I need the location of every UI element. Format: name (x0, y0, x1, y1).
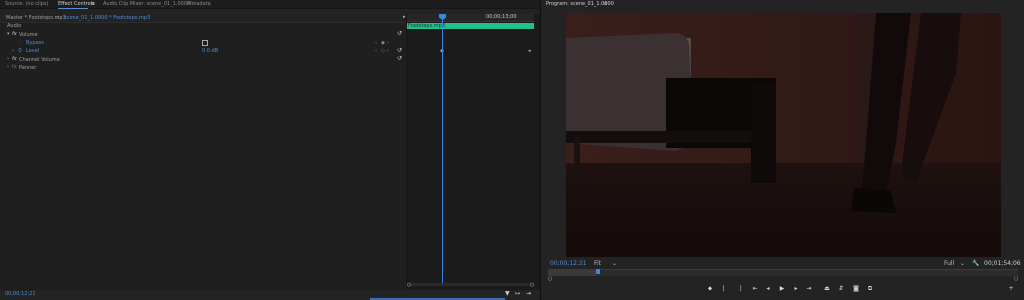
reset-volume-icon[interactable]: ↺ (397, 31, 402, 37)
next-keyframe-icon[interactable]: › (387, 40, 389, 46)
lift-icon[interactable]: ⏏ (823, 285, 831, 292)
go-to-out-icon[interactable]: ⇥ (805, 285, 813, 292)
clip-name: Footsteps.mp3 (408, 23, 446, 29)
clip-bar[interactable]: Footsteps.mp3 (407, 23, 534, 29)
quality-dropdown[interactable]: Full (944, 261, 954, 267)
divider (0, 22, 405, 23)
effect-controls-timeline (406, 14, 540, 290)
scroll-left-handle[interactable]: ○ (407, 282, 411, 288)
volume-chevron-icon[interactable]: ▾ (7, 31, 10, 37)
breadcrumb-clip[interactable]: scene_01_1.0000 * Footsteps.mp3 (64, 15, 150, 21)
panner-fx-icon: fx (12, 64, 17, 70)
add-keyframe-icon[interactable]: ◆ (381, 40, 385, 46)
go-to-in-icon[interactable]: ⇤ (751, 285, 759, 292)
keyframe-nav-icon[interactable]: ◂ (528, 48, 531, 54)
active-tab-indicator (58, 8, 88, 9)
program-scrubber[interactable] (548, 269, 1018, 276)
scrubber-played-region (548, 269, 596, 276)
panner-label: Panner (19, 65, 37, 71)
tab-audio-clip-mixer[interactable]: Audio Clip Mixer: scene_01_1.0000 (103, 1, 190, 8)
section-audio: Audio (7, 23, 22, 29)
program-duration: 00;01;54;06 (984, 260, 1021, 267)
camera-icon[interactable]: ◙ (852, 285, 860, 292)
program-menu-icon[interactable]: ≡ (603, 1, 607, 8)
scroll-right-handle[interactable]: ○ (530, 282, 534, 288)
step-back-icon[interactable]: ◂ (764, 285, 772, 292)
fit-dropdown[interactable]: Fit (594, 261, 601, 267)
volume-label: Volume (19, 32, 38, 38)
properties-list (0, 22, 405, 290)
filter-icon[interactable]: ▼ (505, 291, 510, 297)
level-keyframe-icon[interactable]: ◇ (381, 48, 385, 54)
panner-chevron-icon[interactable]: › (7, 64, 9, 70)
wrench-icon[interactable]: 🔧 (972, 261, 979, 267)
marker-icon[interactable]: ⬥ (706, 285, 714, 292)
zoom-right-handle[interactable]: ○ (1014, 276, 1018, 282)
reset-level-icon[interactable]: ↺ (397, 48, 402, 54)
breadcrumb-arrow-icon: › (57, 15, 59, 21)
export-frame-icon[interactable]: ⇥ (526, 291, 531, 297)
level-stopwatch-icon[interactable]: ⏱ (18, 48, 22, 54)
step-forward-icon[interactable]: ▸ (792, 285, 800, 292)
level-next-keyframe-icon[interactable]: › (387, 48, 389, 54)
playhead-line[interactable] (442, 14, 443, 285)
bypass-checkbox[interactable] (202, 40, 208, 46)
tab-effect-controls[interactable]: Effect Controls (58, 1, 95, 8)
timeline-time-label: 00;00;13;00 (486, 14, 517, 20)
level-value[interactable]: 0.0 dB (202, 48, 218, 54)
program-timecode[interactable]: 00;00;12;21 (550, 261, 587, 267)
timeline-scrollbar[interactable] (407, 283, 534, 286)
fx-icon[interactable]: fx (12, 31, 17, 37)
export-icon[interactable]: ↦ (515, 291, 520, 297)
tab-menu-icon[interactable]: ≡ (91, 1, 95, 8)
level-chevron-icon[interactable]: › (12, 48, 14, 54)
level-label: Level (26, 48, 40, 54)
scrubber-playhead[interactable] (596, 269, 600, 274)
ec-current-time[interactable]: 00;00;12;21 (5, 291, 36, 297)
prev-keyframe-icon[interactable]: ‹ (375, 40, 377, 46)
zoom-left-handle[interactable]: ○ (548, 276, 552, 282)
channel-volume-fx-icon[interactable]: fx (12, 56, 17, 62)
channel-volume-label: Channel Volume (19, 57, 60, 63)
compare-icon[interactable]: ⧉ (866, 285, 874, 292)
tab-source[interactable]: Source: (no clips) (5, 1, 48, 8)
extract-icon[interactable]: ⇵ (837, 285, 845, 292)
channel-volume-chevron-icon[interactable]: › (7, 56, 9, 62)
level-prev-keyframe-icon[interactable]: ‹ (375, 48, 377, 54)
scene-image (566, 13, 1001, 257)
in-point-icon[interactable]: ⎸ (722, 285, 730, 292)
bypass-label: Bypass (26, 40, 44, 46)
tab-metadata[interactable]: Metadata (187, 1, 211, 8)
play-icon[interactable]: ▶ (778, 285, 786, 292)
reset-channel-volume-icon[interactable]: ↺ (397, 56, 402, 62)
quality-chevron-icon[interactable]: ⌄ (960, 261, 965, 267)
bypass-stopwatch-icon: ◦ (18, 40, 21, 46)
fit-chevron-icon[interactable]: ⌄ (612, 261, 617, 267)
add-icon[interactable]: + (1007, 285, 1015, 292)
out-point-icon[interactable]: ⎹ (734, 285, 742, 292)
video-frame (566, 13, 1001, 257)
